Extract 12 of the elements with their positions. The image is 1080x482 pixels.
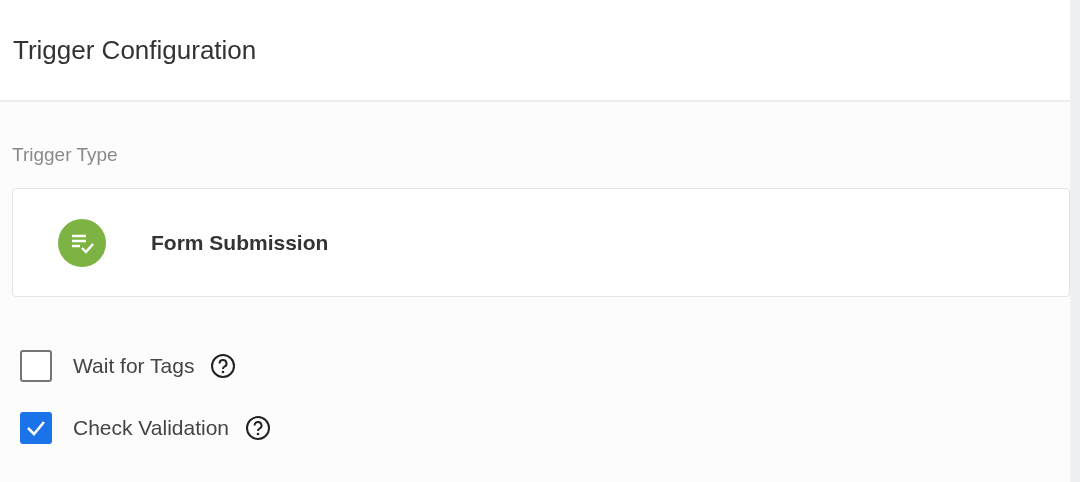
help-icon[interactable]	[210, 353, 237, 379]
checkbox[interactable]	[20, 412, 52, 444]
scrollbar-track[interactable]	[1070, 0, 1080, 482]
checkbox[interactable]	[20, 350, 52, 382]
checkbox-label: Wait for Tags	[73, 354, 195, 378]
help-icon[interactable]	[245, 415, 272, 441]
trigger-type-card[interactable]: Form Submission	[12, 188, 1070, 297]
checkbox-label: Check Validation	[73, 416, 230, 440]
section-label: Trigger Type	[12, 144, 119, 166]
trigger-type-name: Form Submission	[151, 230, 329, 255]
panel-title: Trigger Configuration	[13, 34, 257, 66]
form-check-icon	[57, 217, 107, 268]
